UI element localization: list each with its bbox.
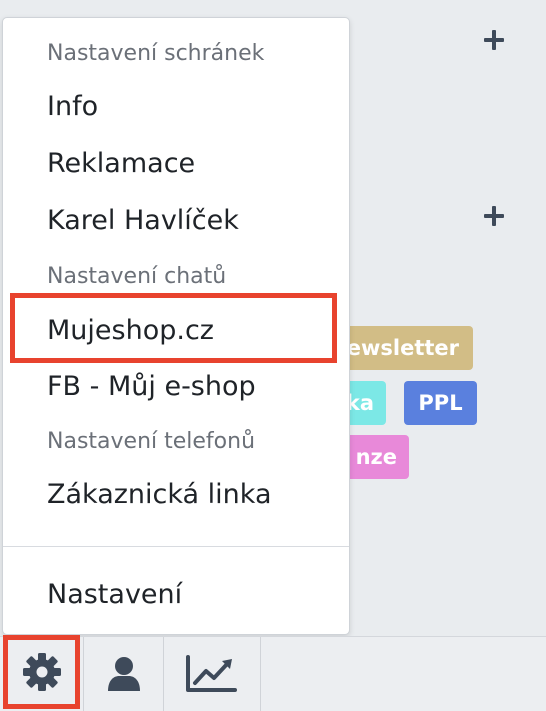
tag-newsletter[interactable]: ewsletter [335,326,473,370]
menu-item-mailbox-info[interactable]: Info [47,91,339,122]
menu-item-mailbox-karel[interactable]: Karel Havlíček [47,205,339,236]
highlight-box [10,293,337,363]
toolbar-divider [163,637,164,711]
section-header-mailboxes: Nastavení schránek [47,41,265,66]
user-icon [108,657,140,691]
section-header-phones: Nastavení telefonů [47,429,256,454]
menu-item-settings[interactable]: Nastavení [47,579,339,610]
tag-label: ewsletter [346,336,459,360]
menu-item-phone-linka[interactable]: Zákaznická linka [47,479,339,510]
tag-label: ka [345,391,374,415]
toolbar-divider [260,637,261,711]
bottom-toolbar [0,635,546,711]
tag-ppl[interactable]: PPL [404,381,477,425]
tag-label: PPL [418,391,463,415]
menu-item-mailbox-reklamace[interactable]: Reklamace [47,148,339,179]
section-header-chats: Nastavení chatů [47,264,227,289]
add-icon[interactable] [483,205,505,227]
gear-icon [22,653,61,691]
chart-line-icon [186,655,237,692]
menu-item-chat-fb[interactable]: FB - Můj e-shop [47,371,339,402]
tag-label: nze [355,445,397,469]
user-button[interactable] [84,637,164,711]
settings-button[interactable] [3,635,80,709]
add-icon[interactable] [483,29,505,51]
statistics-button[interactable] [171,637,251,711]
menu-divider [3,546,349,547]
